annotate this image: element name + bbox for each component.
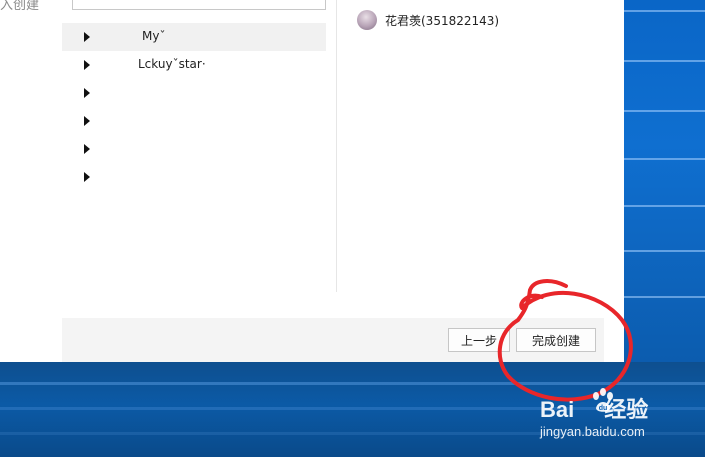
- tree-row-group-5[interactable]: [62, 135, 326, 163]
- expand-arrow-icon[interactable]: [84, 88, 90, 98]
- tree-row-group-3[interactable]: [62, 79, 326, 107]
- member-name: 花君羡(351822143): [385, 14, 500, 28]
- expand-arrow-icon[interactable]: [84, 32, 90, 42]
- baidu-jingyan-watermark: Bai 经验 du jingyan.baidu.com: [540, 388, 700, 444]
- svg-text:du: du: [599, 405, 608, 412]
- search-input[interactable]: [72, 0, 326, 10]
- friend-group-tree: Myˇ Lckuyˇstar·: [62, 23, 326, 193]
- tree-row-label: Myˇ: [142, 29, 166, 43]
- expand-arrow-icon[interactable]: [84, 116, 90, 126]
- expand-arrow-icon[interactable]: [84, 144, 90, 154]
- step-label: 入创建: [0, 0, 40, 12]
- red-circle-annotation: [497, 279, 633, 402]
- panel-divider: [336, 0, 337, 292]
- avatar: [357, 10, 377, 30]
- expand-arrow-icon[interactable]: [84, 172, 90, 182]
- tree-row-group-2[interactable]: Lckuyˇstar·: [62, 51, 326, 79]
- tree-row-group-1[interactable]: Myˇ: [62, 23, 326, 51]
- paw-icon: du: [593, 388, 613, 412]
- tree-row-group-6[interactable]: [62, 163, 326, 191]
- tree-row-label: Lckuyˇstar·: [138, 57, 206, 71]
- tree-row-group-4[interactable]: [62, 107, 326, 135]
- watermark-url: jingyan.baidu.com: [540, 424, 645, 439]
- expand-arrow-icon[interactable]: [84, 60, 90, 70]
